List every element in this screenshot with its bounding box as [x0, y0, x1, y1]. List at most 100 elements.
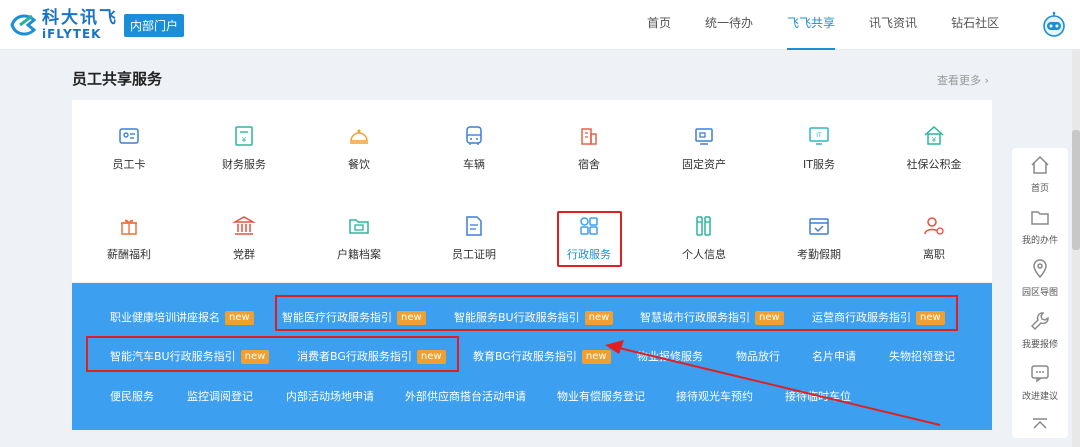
service-tile[interactable]: 餐饮 [309, 124, 409, 194]
service-tile[interactable]: 车辆 [424, 124, 524, 194]
service-label: 个人信息 [682, 248, 726, 261]
service-label: 固定资产 [682, 158, 726, 171]
asset-icon [692, 124, 716, 148]
service-tile[interactable]: 员工证明 [424, 214, 524, 284]
service-tile[interactable]: 户籍档案 [309, 214, 409, 284]
admin-link[interactable]: 物业有偿服务登记 [557, 388, 645, 404]
new-badge: new [225, 311, 254, 325]
admin-link-label: 物业有偿服务登记 [557, 390, 645, 403]
admin-link[interactable]: 教育BG行政服务指引 new [473, 348, 611, 364]
party-building-icon [232, 214, 256, 238]
home-icon [1029, 155, 1051, 180]
profile-icon [692, 214, 716, 238]
sidebar-label-my-tasks: 我的办件 [1021, 236, 1058, 246]
service-label: 薪酬福利 [107, 248, 151, 261]
admin-link[interactable]: 名片申请 [812, 348, 856, 364]
nav-unified-todo[interactable]: 统一待办 [688, 0, 770, 50]
service-label: 员工卡 [112, 158, 146, 171]
admin-link-label: 接待观光车预约 [676, 390, 753, 403]
back-to-top-button[interactable] [1012, 414, 1068, 440]
service-label: 员工证明 [452, 248, 496, 261]
service-tile[interactable]: 固定资产 [654, 124, 754, 194]
it-monitor-icon: IT [807, 124, 831, 148]
service-tile[interactable]: 员工卡 [79, 124, 179, 194]
top-header: 科大讯飞 iFLYTEK 内部门户 首页 统一待办 飞飞共享 讯飞资讯 钻石社区 [0, 0, 1080, 50]
sidebar-label-campus-map: 园区导图 [1021, 288, 1058, 298]
calendar-check-icon [807, 214, 831, 238]
sidebar-item-my-tasks[interactable]: 我的办件 [1012, 206, 1068, 246]
document-icon [462, 214, 486, 238]
admin-link[interactable]: 内部活动场地申请 [286, 388, 374, 404]
service-tile[interactable]: 考勤假期 [769, 214, 869, 284]
admin-link[interactable]: 接待临时车位 [785, 388, 851, 404]
service-tile[interactable]: 个人信息 [654, 214, 754, 284]
see-more-link[interactable]: 查看更多 › [937, 72, 989, 88]
user-leave-icon [922, 214, 946, 238]
svg-text:¥: ¥ [242, 136, 247, 144]
logo-english-text: iFLYTEK [42, 27, 102, 41]
admin-link-label: 物业报修服务 [637, 350, 703, 363]
admin-link[interactable]: 物品放行 [736, 348, 780, 364]
service-tile[interactable]: 党群 [194, 214, 294, 284]
sidebar-item-home[interactable]: 首页 [1012, 154, 1068, 194]
service-label: 宿舍 [578, 158, 600, 171]
service-tile[interactable]: ¥ 财务服务 [194, 124, 294, 194]
service-tile[interactable]: ¥ 社保公积金 [884, 124, 984, 194]
service-tile[interactable]: IT IT服务 [769, 124, 869, 194]
admin-link-label: 职业健康培训讲座报名 [110, 311, 220, 324]
admin-link[interactable]: 监控调阅登记 [187, 388, 253, 404]
chat-bubble-icon [1029, 365, 1051, 388]
robot-assistant-icon[interactable] [1040, 11, 1068, 39]
new-badge: new [581, 350, 611, 364]
service-label: 财务服务 [222, 158, 266, 171]
nav-news[interactable]: 讯飞资讯 [852, 0, 934, 50]
sidebar-label-suggestions: 改进建议 [1021, 392, 1058, 402]
bus-icon [462, 124, 486, 148]
service-label: 社保公积金 [906, 158, 962, 171]
nav-diamond-community[interactable]: 钻石社区 [934, 0, 1016, 50]
page-scrollbar-thumb[interactable] [1072, 130, 1080, 250]
sidebar-label-repair: 我要报修 [1021, 340, 1058, 350]
sidebar-item-repair[interactable]: 我要报修 [1012, 310, 1068, 350]
admin-link-label: 失物招领登记 [889, 350, 955, 363]
iflytek-logo-mark-icon [10, 12, 38, 38]
location-pin-icon [1029, 259, 1051, 284]
section-title: 员工共享服务 [72, 70, 163, 88]
svg-text:IT: IT [816, 132, 822, 139]
admin-link[interactable]: 接待观光车预约 [676, 388, 753, 404]
iflytek-logo[interactable]: 科大讯飞 iFLYTEK 内部门户 [10, 10, 185, 41]
service-tile[interactable]: 离职 [884, 214, 984, 284]
sidebar-item-campus-map[interactable]: 园区导图 [1012, 258, 1068, 298]
service-tile[interactable]: 薪酬福利 [79, 214, 179, 284]
svg-text:¥: ¥ [932, 136, 937, 144]
chevron-up-icon [1029, 418, 1051, 440]
admin-link-label: 便民服务 [110, 390, 154, 403]
service-label: 离职 [923, 248, 945, 261]
building-icon [577, 124, 601, 148]
service-tile[interactable]: 宿舍 [539, 124, 639, 194]
service-label: 党群 [233, 248, 255, 261]
dining-bell-icon [347, 124, 371, 148]
admin-link[interactable]: 物业报修服务 [637, 348, 703, 364]
gift-icon [117, 214, 141, 238]
admin-link-label: 外部供应商搭台活动申请 [405, 390, 526, 403]
nav-shared-services[interactable]: 飞飞共享 [770, 0, 852, 50]
admin-link[interactable]: 职业健康培训讲座报名 new [110, 309, 254, 325]
archive-folder-icon [347, 214, 371, 238]
folder-icon [1029, 211, 1051, 232]
admin-link-label: 监控调阅登记 [187, 390, 253, 403]
admin-link[interactable]: 失物招领登记 [889, 348, 955, 364]
sidebar-item-suggestions[interactable]: 改进建议 [1012, 362, 1068, 402]
finance-icon: ¥ [232, 124, 256, 148]
highlight-box-row1 [275, 295, 958, 331]
right-sidebar: 首页 我的办件 园区导图 我要报修 改进建议 [1012, 148, 1068, 438]
admin-link[interactable]: 外部供应商搭台活动申请 [405, 388, 526, 404]
house-fund-icon: ¥ [922, 124, 946, 148]
admin-link-label: 名片申请 [812, 350, 856, 363]
service-label: 考勤假期 [797, 248, 841, 261]
nav-home[interactable]: 首页 [630, 0, 688, 50]
admin-link[interactable]: 便民服务 [110, 388, 154, 404]
admin-link-label: 教育BG行政服务指引 [473, 350, 577, 363]
admin-link-label: 物品放行 [736, 350, 780, 363]
service-label: 车辆 [463, 158, 485, 171]
